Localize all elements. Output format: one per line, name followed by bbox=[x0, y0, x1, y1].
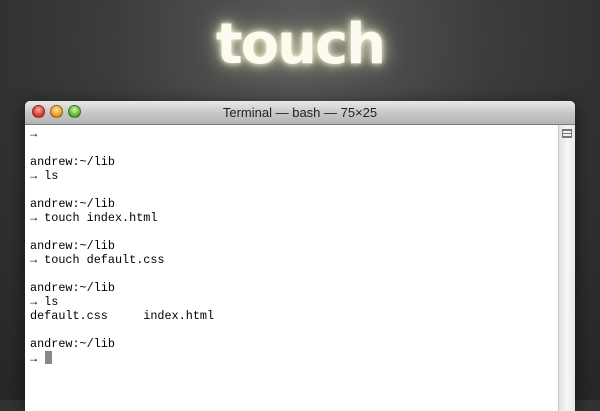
terminal-window: Terminal — bash — 75×25 → andrew:~/lib →… bbox=[25, 101, 575, 411]
vertical-scrollbar[interactable] bbox=[558, 125, 575, 411]
terminal-line: → bbox=[30, 127, 38, 141]
terminal-line: → touch index.html bbox=[30, 211, 158, 225]
title-bar[interactable]: Terminal — bash — 75×25 bbox=[25, 101, 575, 125]
terminal-line: andrew:~/lib bbox=[30, 155, 115, 169]
terminal-prompt: → bbox=[30, 352, 45, 366]
terminal-line: → touch default.css bbox=[30, 253, 165, 267]
text-cursor bbox=[45, 351, 53, 364]
terminal-line: andrew:~/lib bbox=[30, 337, 115, 351]
window-title: Terminal — bash — 75×25 bbox=[222, 105, 378, 120]
terminal-line: andrew:~/lib bbox=[30, 281, 115, 295]
terminal-prompt-line[interactable]: → bbox=[30, 351, 558, 366]
terminal-line: andrew:~/lib bbox=[30, 197, 115, 211]
scroll-grip-icon[interactable] bbox=[562, 129, 572, 138]
terminal-line: → ls bbox=[30, 169, 59, 183]
hero-title: touch bbox=[215, 12, 386, 77]
terminal-output[interactable]: → andrew:~/lib → ls andrew:~/lib → touch… bbox=[25, 125, 558, 411]
terminal-line: default.css index.html bbox=[30, 309, 215, 323]
terminal-line: → ls bbox=[30, 295, 59, 309]
terminal-line: andrew:~/lib bbox=[30, 239, 115, 253]
